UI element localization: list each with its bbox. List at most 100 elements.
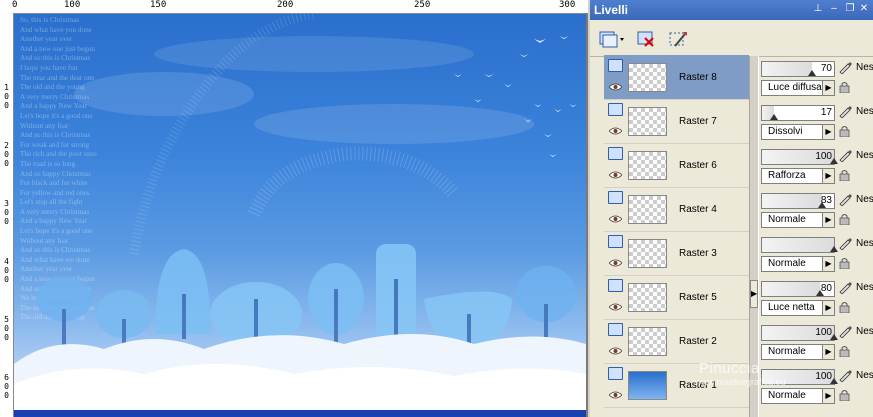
lock-icon[interactable] <box>839 257 853 269</box>
layer-type-icon <box>608 235 623 248</box>
blend-mode-select[interactable]: Rafforza ▶ <box>761 168 835 184</box>
winter-scene-art <box>14 14 586 410</box>
opacity-slider[interactable]: 70 <box>761 61 835 77</box>
minimize-icon[interactable]: – <box>828 3 840 15</box>
layer-row[interactable]: Raster 3 <box>604 231 749 276</box>
new-layer-icon <box>599 31 624 48</box>
layer-row[interactable]: Raster 4 <box>604 187 749 232</box>
lock-icon[interactable] <box>839 389 853 401</box>
opacity-slider[interactable] <box>761 237 838 253</box>
slider-handle-icon[interactable] <box>830 158 838 164</box>
slider-handle-icon[interactable] <box>817 202 826 208</box>
blend-mode-value: Normale <box>768 390 806 401</box>
brush-icon[interactable] <box>838 104 852 118</box>
eye-icon[interactable] <box>609 83 622 91</box>
eye-icon[interactable] <box>609 215 622 223</box>
brush-icon[interactable] <box>838 60 852 74</box>
group-label: Nes <box>856 106 873 117</box>
edit-selection-button[interactable] <box>666 27 690 51</box>
slider-handle-icon[interactable] <box>770 114 779 120</box>
blend-mode-value: Luce diffusa <box>768 82 822 93</box>
blend-mode-select[interactable]: Normale ▶ <box>761 212 835 228</box>
dropdown-arrow-icon[interactable]: ▶ <box>822 212 835 228</box>
layer-property-row: Normale ▶ Nes <box>759 232 873 276</box>
brush-icon[interactable] <box>838 324 852 338</box>
ruler-label: 200 <box>277 0 294 10</box>
blend-mode-select[interactable]: Luce diffusa ▶ <box>761 80 835 96</box>
restore-icon[interactable]: ❐ <box>844 3 856 15</box>
brush-icon[interactable] <box>838 148 852 162</box>
brush-icon[interactable] <box>838 368 852 382</box>
lock-icon[interactable] <box>839 213 853 225</box>
ruler-label: 3 0 0 <box>4 199 9 226</box>
lock-icon[interactable] <box>839 345 853 357</box>
eye-icon[interactable] <box>609 391 622 399</box>
ruler-label: 2 0 0 <box>4 141 9 168</box>
slider-handle-icon[interactable] <box>815 290 824 296</box>
blend-mode-value: Normale <box>768 258 806 269</box>
eye-icon[interactable] <box>609 127 622 135</box>
dropdown-arrow-icon[interactable]: ▶ <box>822 124 835 140</box>
lock-icon[interactable] <box>839 125 853 137</box>
slider-handle-icon[interactable] <box>830 378 838 384</box>
layer-name: Raster 4 <box>679 204 717 215</box>
layers-panel: Livelli ⊥ – ❐ ✕ Raster 8 Raster 7 Raster 6… <box>590 0 873 417</box>
blend-mode-select[interactable]: Luce netta ▶ <box>761 300 835 316</box>
blend-mode-value: Normale <box>768 214 806 225</box>
layer-row[interactable]: Raster 5 <box>604 275 749 320</box>
layer-row[interactable]: Raster 6 <box>604 143 749 188</box>
slider-handle-icon[interactable] <box>808 70 817 76</box>
chevron-right-icon[interactable]: ▶ <box>750 280 758 308</box>
blend-mode-select[interactable]: Normale ▶ <box>761 344 835 360</box>
eye-icon[interactable] <box>609 347 622 355</box>
blend-mode-select[interactable]: Dissolvi ▶ <box>761 124 835 140</box>
lock-icon[interactable] <box>839 169 853 181</box>
eye-icon[interactable] <box>609 303 622 311</box>
layer-type-icon <box>608 147 623 160</box>
dropdown-arrow-icon[interactable]: ▶ <box>822 168 835 184</box>
dropdown-arrow-icon[interactable]: ▶ <box>822 300 835 316</box>
opacity-slider[interactable]: 83 <box>761 193 835 209</box>
blend-mode-select[interactable]: Normale ▶ <box>761 388 835 404</box>
opacity-value: 70 <box>820 63 832 74</box>
ruler-label: 0 <box>12 0 18 10</box>
close-icon[interactable]: ✕ <box>858 3 870 15</box>
lock-icon[interactable] <box>839 301 853 313</box>
opacity-slider[interactable]: 100 <box>761 149 838 165</box>
layer-row[interactable]: Raster 2 <box>604 319 749 364</box>
delete-layer-button[interactable] <box>634 27 658 51</box>
pin-icon[interactable]: ⊥ <box>812 3 824 15</box>
lock-icon[interactable] <box>839 81 853 93</box>
layer-thumbnail <box>628 283 667 312</box>
ruler-label: 300 <box>559 0 576 10</box>
brush-icon[interactable] <box>838 236 852 250</box>
eye-icon[interactable] <box>609 259 622 267</box>
new-layer-button[interactable] <box>596 27 626 51</box>
slider-handle-icon[interactable] <box>830 246 838 252</box>
opacity-slider[interactable]: 80 <box>761 281 835 297</box>
layer-property-row: 80 Luce netta ▶ Nes <box>759 276 873 320</box>
layer-thumbnail <box>628 195 667 224</box>
dropdown-arrow-icon[interactable]: ▶ <box>822 80 835 96</box>
dropdown-arrow-icon[interactable]: ▶ <box>822 388 835 404</box>
layer-name: Raster 3 <box>679 248 717 259</box>
image-canvas[interactable]: So, this is Christmas And what have you … <box>14 14 586 410</box>
brush-icon[interactable] <box>838 280 852 294</box>
opacity-value: 17 <box>820 107 832 118</box>
layer-row[interactable]: Raster 7 <box>604 99 749 144</box>
eye-icon[interactable] <box>609 171 622 179</box>
opacity-slider[interactable]: 17 <box>761 105 835 121</box>
layer-thumbnail <box>628 107 667 136</box>
slider-handle-icon[interactable] <box>830 334 838 340</box>
layer-property-row: 17 Dissolvi ▶ Nes <box>759 100 873 144</box>
blend-mode-select[interactable]: Normale ▶ <box>761 256 835 272</box>
layer-row[interactable]: Raster 8 <box>604 55 749 100</box>
dropdown-arrow-icon[interactable]: ▶ <box>822 344 835 360</box>
canvas-frame-bar <box>14 410 586 417</box>
brush-icon[interactable] <box>838 192 852 206</box>
layer-name: Raster 8 <box>679 72 717 83</box>
layers-toolbar <box>590 20 873 57</box>
dropdown-arrow-icon[interactable]: ▶ <box>822 256 835 272</box>
panel-title: Livelli <box>594 3 629 17</box>
opacity-slider[interactable]: 100 <box>761 325 838 341</box>
